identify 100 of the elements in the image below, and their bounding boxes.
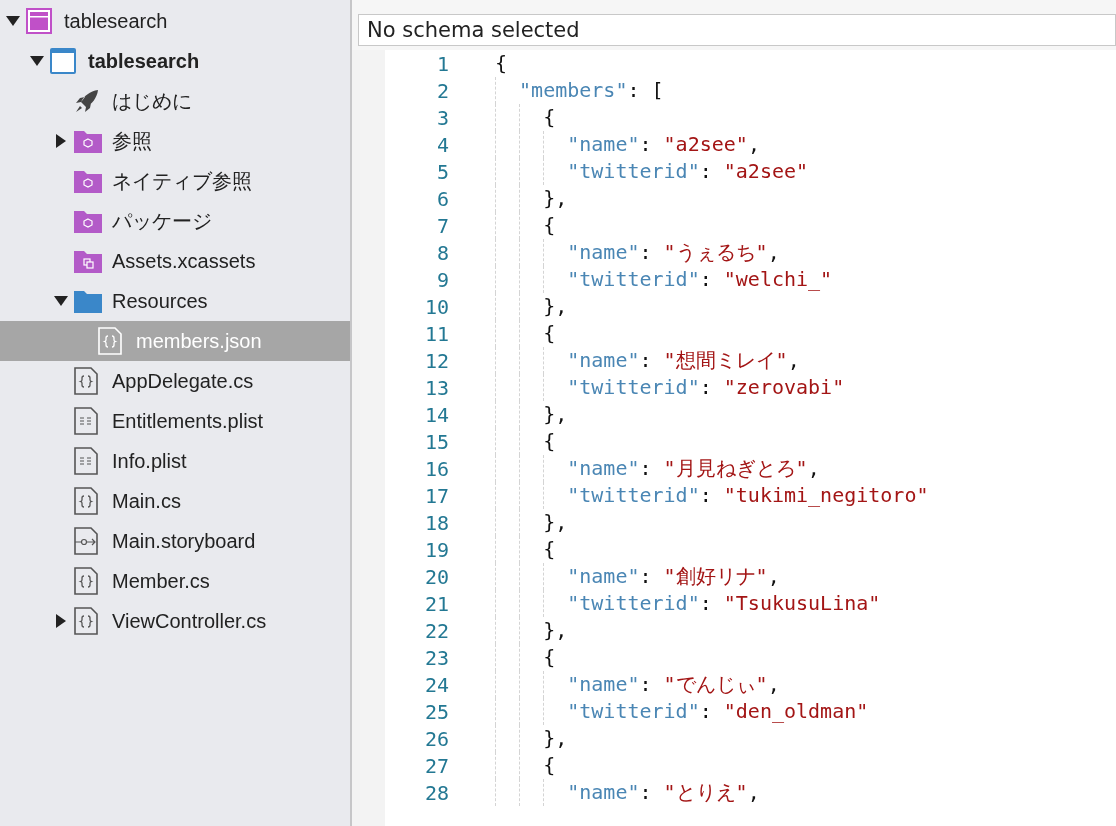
code-line: },: [495, 401, 568, 428]
schema-field[interactable]: No schema selected: [358, 14, 1116, 46]
code-line: },: [495, 185, 568, 212]
tree-item[interactable]: tablesearch: [0, 1, 350, 41]
tree-label: Assets.xcassets: [112, 249, 256, 274]
line-number: 22: [423, 617, 449, 645]
line-number: 6: [435, 185, 449, 213]
code-line: {: [495, 536, 556, 563]
braces-file-icon: [74, 367, 98, 395]
code-line: },: [495, 617, 568, 644]
tree-item[interactable]: ViewController.cs: [0, 601, 350, 641]
line-number: 15: [423, 428, 449, 456]
rocket-icon: [74, 88, 100, 114]
tree-label: AppDelegate.cs: [112, 369, 254, 394]
tree-item[interactable]: Main.storyboard: [0, 521, 350, 561]
tree-label: Info.plist: [112, 449, 187, 474]
line-number: 2: [435, 77, 449, 105]
line-number: 26: [423, 725, 449, 753]
code-line: {: [495, 104, 556, 131]
tree-label: ViewController.cs: [112, 609, 267, 634]
list-file-icon: [74, 447, 98, 475]
expand-arrow-icon[interactable]: [30, 56, 44, 66]
code-line: "name": "a2see",: [495, 131, 760, 158]
tree-item[interactable]: Member.cs: [0, 561, 350, 601]
line-number: 17: [423, 482, 449, 510]
line-number: 9: [435, 266, 449, 294]
braces-file-icon: [74, 607, 98, 635]
tree-label: Main.cs: [112, 489, 181, 514]
folder-icon: [74, 289, 102, 313]
tree-item[interactable]: Entitlements.plist: [0, 401, 350, 441]
expand-arrow-icon[interactable]: [56, 614, 66, 628]
code-line: "name": "うぇるち",: [495, 239, 780, 266]
code-line: },: [495, 509, 568, 536]
code-line: {: [495, 644, 556, 671]
line-number: 18: [423, 509, 449, 537]
code-line: {: [495, 752, 556, 779]
tree-label: はじめに: [112, 89, 192, 114]
solution-icon: [26, 8, 52, 34]
code-line: "name": "とりえ",: [495, 779, 760, 806]
tree-label: tablesearch: [64, 9, 168, 34]
line-number: 3: [435, 104, 449, 132]
code-line: "twitterid": "den_oldman": [495, 698, 869, 725]
code-line: "name": "想間ミレイ",: [495, 347, 800, 374]
line-number: 16: [423, 455, 449, 483]
tree-item[interactable]: Resources: [0, 281, 350, 321]
tree-label: Main.storyboard: [112, 529, 256, 554]
tree-item[interactable]: ネイティブ参照: [0, 161, 350, 201]
line-number: 25: [423, 698, 449, 726]
line-number: 24: [423, 671, 449, 699]
tree-label: Resources: [112, 289, 208, 314]
code-line: "name": "月見ねぎとろ",: [495, 455, 820, 482]
tree-item[interactable]: tablesearch: [0, 41, 350, 81]
tree-label: members.json: [136, 329, 262, 354]
tree-label: パッケージ: [112, 209, 212, 234]
tree-label: tablesearch: [88, 49, 200, 74]
tree-label: 参照: [112, 129, 152, 154]
braces-file-icon: [74, 567, 98, 595]
line-number: 7: [435, 212, 449, 240]
braces-file-icon: [74, 487, 98, 515]
code-line: "twitterid": "a2see": [495, 158, 809, 185]
folder-icon: [74, 169, 102, 193]
code-line: "twitterid": "tukimi_negitoro": [495, 482, 929, 509]
expand-arrow-icon[interactable]: [54, 296, 68, 306]
code-line: },: [495, 293, 568, 320]
line-number: 14: [423, 401, 449, 429]
list-file-icon: [74, 407, 98, 435]
tree-item[interactable]: Main.cs: [0, 481, 350, 521]
code-line: {: [495, 212, 556, 239]
line-number: 5: [435, 158, 449, 186]
expand-arrow-icon[interactable]: [56, 134, 66, 148]
line-number: 20: [423, 563, 449, 591]
line-number: 4: [435, 131, 449, 159]
code-line: {: [495, 50, 508, 77]
code-line: "twitterid": "TsukusuLina": [495, 590, 881, 617]
tree-item[interactable]: パッケージ: [0, 201, 350, 241]
project-icon: [50, 48, 76, 74]
line-number: 1: [435, 50, 449, 78]
folder-icon: [74, 249, 102, 273]
line-number: 21: [423, 590, 449, 618]
line-number: 19: [423, 536, 449, 564]
line-number: 23: [423, 644, 449, 672]
line-number: 11: [423, 320, 449, 348]
line-number: 10: [423, 293, 449, 321]
line-number: 28: [423, 779, 449, 807]
code-line: {: [495, 320, 556, 347]
tree-item[interactable]: Assets.xcassets: [0, 241, 350, 281]
tree-label: Entitlements.plist: [112, 409, 264, 434]
tree-item[interactable]: 参照: [0, 121, 350, 161]
code-line: "members": [: [495, 77, 664, 104]
line-number: 8: [435, 239, 449, 267]
code-line: "name": "でんじぃ",: [495, 671, 780, 698]
expand-arrow-icon[interactable]: [6, 16, 20, 26]
tree-label: ネイティブ参照: [112, 169, 252, 194]
tree-item[interactable]: AppDelegate.cs: [0, 361, 350, 401]
folder-icon: [74, 209, 102, 233]
storyboard-file-icon: [74, 527, 98, 555]
code-line: },: [495, 725, 568, 752]
tree-item[interactable]: はじめに: [0, 81, 350, 121]
code-line: "name": "創好リナ",: [495, 563, 780, 590]
tree-item[interactable]: Info.plist: [0, 441, 350, 481]
